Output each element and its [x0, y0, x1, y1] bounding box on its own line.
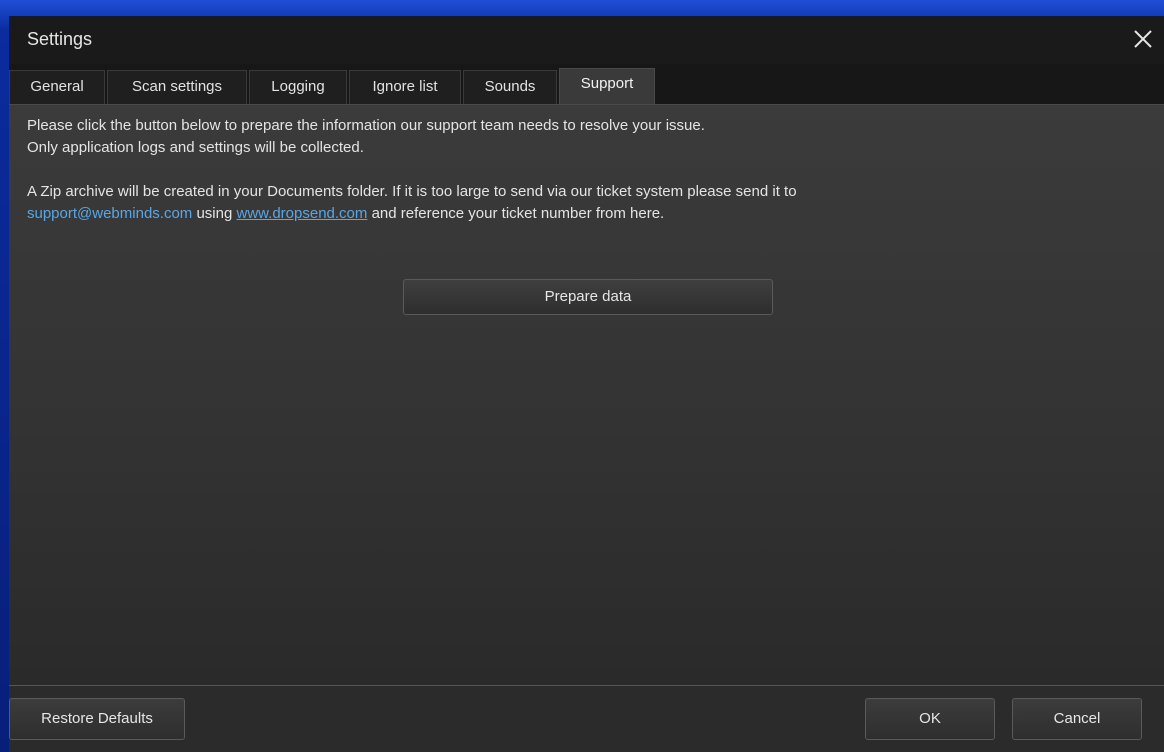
tab-general[interactable]: General [9, 70, 105, 104]
tab-bar: General Scan settings Logging Ignore lis… [9, 64, 1164, 104]
restore-defaults-button[interactable]: Restore Defaults [9, 698, 185, 740]
title-bar: Settings [9, 16, 1164, 64]
support-panel: Please click the button below to prepare… [9, 104, 1164, 686]
tab-support[interactable]: Support [559, 68, 655, 104]
dropsend-link[interactable]: www.dropsend.com [237, 205, 368, 222]
support-intro-text: Please click the button below to prepare… [27, 117, 705, 134]
window-title: Settings [27, 29, 93, 49]
tab-logging[interactable]: Logging [249, 70, 347, 104]
support-scope-text: Only application logs and settings will … [27, 139, 364, 156]
using-text: using [192, 205, 237, 222]
prepare-data-button[interactable]: Prepare data [403, 279, 773, 315]
tab-ignore-list[interactable]: Ignore list [349, 70, 461, 104]
close-icon [1134, 30, 1152, 48]
tab-scan-settings[interactable]: Scan settings [107, 70, 247, 104]
close-button[interactable] [1126, 24, 1160, 56]
reference-text: and reference your ticket number from he… [367, 205, 665, 222]
dialog-footer: Restore Defaults OK Cancel [9, 686, 1164, 752]
cancel-button[interactable]: Cancel [1012, 698, 1142, 740]
settings-window: Settings General Scan settings Logging I… [9, 16, 1164, 752]
tab-sounds[interactable]: Sounds [463, 70, 557, 104]
ok-button[interactable]: OK [865, 698, 995, 740]
contact-line: support@webminds.com using www.dropsend.… [27, 203, 664, 225]
zip-archive-text: A Zip archive will be created in your Do… [27, 183, 797, 200]
support-email-link[interactable]: support@webminds.com [27, 205, 192, 222]
